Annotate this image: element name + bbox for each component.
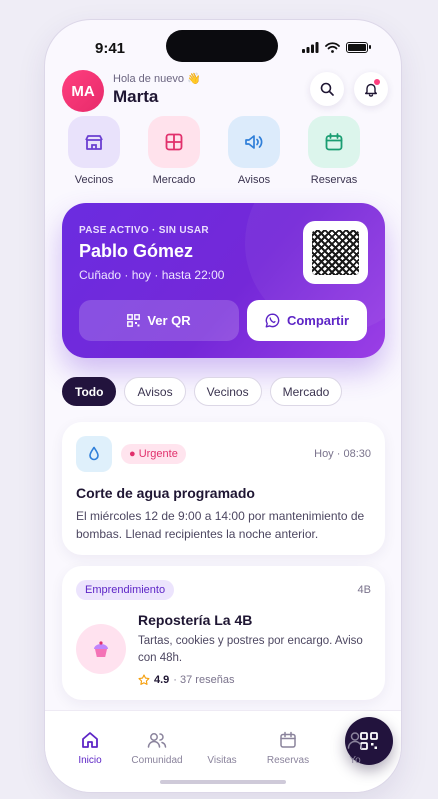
- home-icon: [82, 732, 98, 748]
- tab-comunidad[interactable]: Comunidad: [127, 729, 187, 766]
- cupcake-icon: [76, 624, 126, 674]
- user-name: Marta: [113, 87, 159, 106]
- filter-chip-vecinos[interactable]: Vecinos: [193, 377, 262, 406]
- calendar-icon: [280, 731, 296, 748]
- bottom-tab-bar: Inicio Comunidad Visitas Reservas Yo: [45, 710, 401, 792]
- wifi-icon: [325, 42, 340, 53]
- tab-label: Visitas: [207, 755, 237, 766]
- listing-card[interactable]: Emprendimiento 4B Repostería La 4B Tarta…: [62, 566, 385, 700]
- tab-label: Inicio: [78, 755, 102, 766]
- filter-chip-avisos[interactable]: Avisos: [124, 377, 186, 406]
- pass-status-tag: PASE ACTIVO · SIN USAR: [79, 225, 209, 236]
- phone-frame: 9:41 MA Hola de nuevo 👋 Marta Vecinos Me…: [45, 20, 401, 792]
- qr-icon: [127, 314, 141, 327]
- view-qr-label: Ver QR: [147, 313, 191, 328]
- star-icon: [138, 674, 150, 685]
- tab-visitas[interactable]: Visitas: [192, 717, 393, 766]
- quick-action-label: Mercado: [152, 174, 196, 186]
- share-button[interactable]: Compartir: [247, 300, 367, 341]
- category-badge: Emprendimiento: [76, 580, 175, 600]
- listing-title: Repostería La 4B: [138, 612, 253, 628]
- filter-chip-todo[interactable]: Todo: [62, 377, 117, 406]
- qr-thumbnail[interactable]: [303, 221, 368, 284]
- quick-action-vecinos[interactable]: Vecinos: [59, 116, 129, 186]
- search-button[interactable]: [310, 72, 344, 106]
- calendar-icon: [325, 133, 343, 151]
- user-icon: [347, 732, 363, 749]
- listing-body: Tartas, cookies y postres por encargo. A…: [138, 635, 363, 664]
- quick-action-tile: [148, 116, 200, 168]
- notice-card[interactable]: ● Urgente Hoy · 08:30 Corte de agua prog…: [62, 422, 385, 555]
- quick-action-label: Avisos: [237, 174, 271, 186]
- tab-label: Reservas: [266, 755, 310, 766]
- battery-icon: [346, 42, 371, 53]
- home-indicator: [160, 780, 286, 784]
- quick-actions: Vecinos Mercado Avisos Reservas: [59, 116, 387, 192]
- notice-body: El miércoles 12 de 9:00 a 14:00 por mant…: [76, 509, 365, 541]
- tab-label: Comunidad: [131, 755, 183, 766]
- signal-icon: [302, 42, 319, 53]
- whatsapp-icon: [265, 313, 280, 328]
- notice-title: Corte de agua programado: [76, 485, 255, 501]
- users-icon: [147, 733, 167, 748]
- quick-action-label: Reservas: [310, 174, 358, 186]
- quick-action-label: Vecinos: [74, 174, 114, 186]
- avatar[interactable]: MA: [62, 70, 104, 112]
- quick-action-tile: [68, 116, 120, 168]
- active-pass-card[interactable]: PASE ACTIVO · SIN USAR Pablo Gómez Cuñad…: [62, 203, 385, 358]
- quick-action-tile: [308, 116, 360, 168]
- app-header: MA Hola de nuevo 👋 Marta: [62, 68, 388, 112]
- status-time: 9:41: [95, 40, 126, 57]
- tab-yo[interactable]: Yo: [325, 729, 385, 766]
- megaphone-icon: [245, 135, 263, 149]
- pass-detail: Cuñado · hoy · hasta 22:00: [79, 268, 225, 282]
- dynamic-island: [166, 30, 278, 62]
- quick-action-avisos[interactable]: Avisos: [219, 116, 289, 186]
- listing-unit: 4B: [357, 584, 371, 596]
- system-icons: [302, 42, 371, 53]
- notification-dot: [374, 79, 380, 85]
- grid-icon: [165, 133, 183, 151]
- reviews-count: · 37 reseñas: [173, 674, 235, 686]
- view-qr-button[interactable]: Ver QR: [79, 300, 239, 341]
- search-icon: [320, 82, 334, 96]
- notifications-button[interactable]: [354, 72, 388, 106]
- rating-value: 4.9: [154, 674, 170, 686]
- quick-action-reservas[interactable]: Reservas: [299, 116, 369, 186]
- tab-inicio[interactable]: Inicio: [60, 729, 120, 766]
- pass-guest-name: Pablo Gómez: [79, 241, 194, 261]
- building-icon: [85, 135, 103, 150]
- qr-code-icon: [312, 230, 359, 275]
- listing-rating: 4.9 · 37 reseñas: [138, 674, 234, 686]
- quick-action-tile: [228, 116, 280, 168]
- filter-chips: Todo Avisos Vecinos Mercado: [62, 377, 391, 407]
- urgent-badge: ● Urgente: [121, 444, 186, 464]
- tab-reservas[interactable]: Reservas: [258, 729, 318, 766]
- greeting-text: Hola de nuevo 👋: [113, 73, 201, 85]
- filter-chip-mercado[interactable]: Mercado: [269, 377, 343, 406]
- share-label: Compartir: [286, 313, 350, 328]
- notice-time: Hoy · 08:30: [314, 448, 371, 460]
- tab-label: Yo: [349, 755, 361, 766]
- quick-action-mercado[interactable]: Mercado: [139, 116, 209, 186]
- water-drop-icon: [76, 436, 112, 472]
